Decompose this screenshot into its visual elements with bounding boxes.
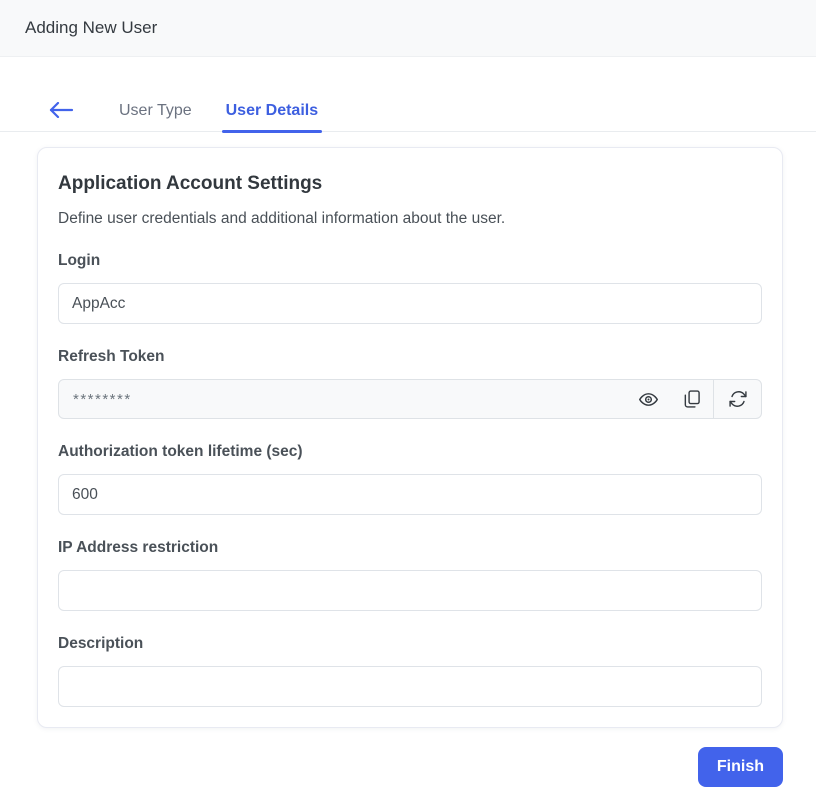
wizard-tabs: User Type User Details (0, 91, 816, 132)
copy-icon (682, 389, 702, 409)
token-lifetime-input[interactable] (58, 474, 762, 515)
refresh-token-label: Refresh Token (58, 348, 762, 366)
login-input[interactable] (58, 283, 762, 324)
regenerate-token-button[interactable] (713, 380, 761, 418)
tab-label: User Details (226, 102, 319, 120)
refresh-token-masked-value: ******** (59, 380, 627, 418)
application-account-settings-card: Application Account Settings Define user… (37, 147, 783, 728)
ip-restriction-field-group: IP Address restriction (58, 539, 762, 611)
back-button[interactable] (47, 98, 76, 125)
ip-restriction-input[interactable] (58, 570, 762, 611)
login-field-group: Login (58, 252, 762, 324)
eye-icon (638, 389, 659, 410)
adding-new-user-page: Adding New User User Type User Details A… (0, 0, 816, 801)
refresh-token-input-group: ******** (58, 379, 762, 419)
token-lifetime-label: Authorization token lifetime (sec) (58, 443, 762, 461)
description-input[interactable] (58, 666, 762, 707)
left-arrow-icon (49, 102, 74, 121)
tab-user-type[interactable]: User Type (102, 91, 209, 131)
card-subtitle: Define user credentials and additional i… (58, 210, 762, 228)
description-label: Description (58, 635, 762, 653)
refresh-icon (728, 389, 748, 409)
copy-token-button[interactable] (670, 380, 713, 418)
login-label: Login (58, 252, 762, 270)
ip-restriction-label: IP Address restriction (58, 539, 762, 557)
description-field-group: Description (58, 635, 762, 707)
tab-user-details[interactable]: User Details (209, 91, 336, 131)
token-lifetime-field-group: Authorization token lifetime (sec) (58, 443, 762, 515)
card-title: Application Account Settings (58, 173, 762, 195)
app-header: Adding New User (0, 0, 816, 57)
refresh-token-field-group: Refresh Token ******** (58, 348, 762, 419)
show-token-button[interactable] (627, 380, 670, 418)
page-title: Adding New User (25, 18, 157, 38)
tab-label: User Type (119, 102, 192, 120)
finish-button[interactable]: Finish (698, 747, 783, 787)
wizard-footer: Finish (0, 728, 816, 787)
